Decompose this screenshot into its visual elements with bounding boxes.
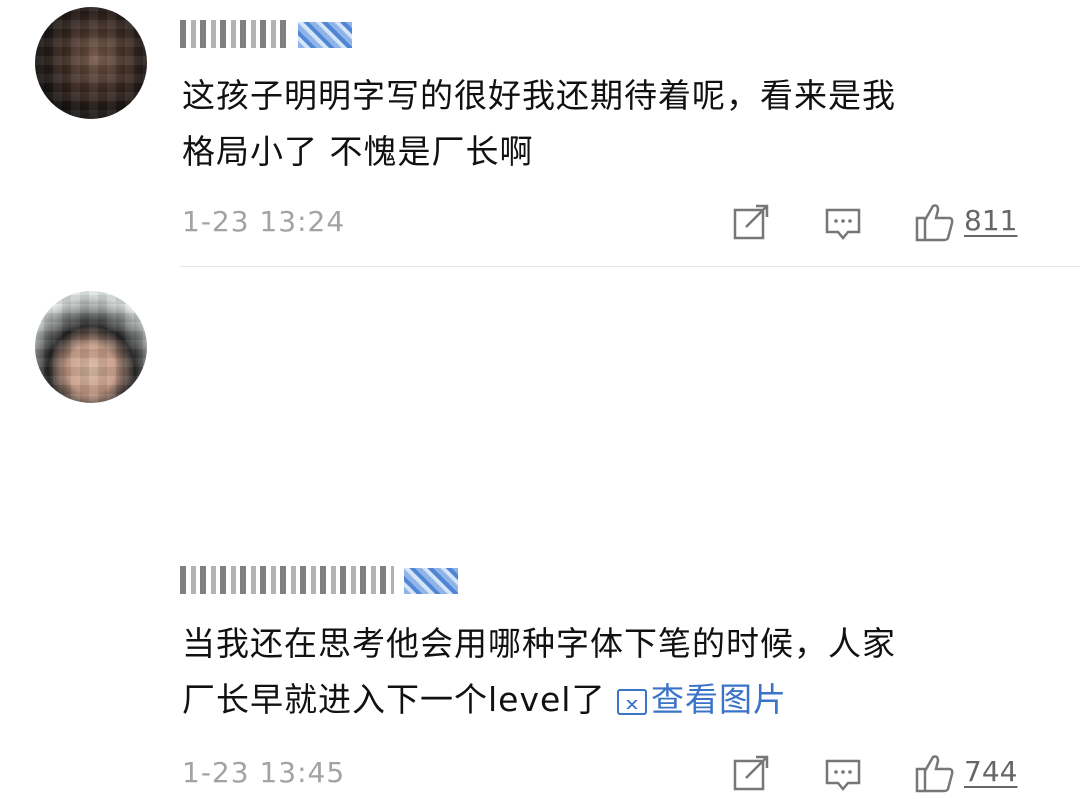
comment-icon[interactable]: [824, 200, 862, 244]
username-mosaic: [180, 20, 290, 48]
comment-text: 这孩子明明字写的很好我还期待着呢，看来是我 格局小了 不愧是厂长啊: [182, 68, 1042, 180]
comment-item: 当我还在思考他会用哪种字体下笔的时候，人家 厂长早就进入下一个level了 查看…: [0, 266, 1080, 793]
comment-item: 这孩子明明字写的很好我还期待着呢，看来是我 格局小了 不愧是厂长啊 1-23 1…: [0, 0, 1080, 266]
avatar-mosaic: [35, 7, 147, 119]
comment-actions: 811: [732, 200, 1042, 244]
avatar[interactable]: [35, 291, 147, 403]
username-mosaic: [180, 566, 394, 594]
comment-timestamp: 1-23 13:45: [182, 756, 346, 789]
view-image-link[interactable]: 查看图片: [616, 680, 787, 719]
share-icon[interactable]: [732, 751, 770, 795]
like-icon[interactable]: [914, 200, 956, 244]
avatar-mosaic: [35, 291, 147, 403]
image-icon: [616, 689, 647, 715]
comment-text-line: 当我还在思考他会用哪种字体下笔的时候，人家: [182, 624, 896, 663]
comment-text-line: 格局小了 不愧是厂长啊: [182, 132, 534, 171]
like-count[interactable]: 811: [964, 204, 1017, 237]
comment-text: 当我还在思考他会用哪种字体下笔的时候，人家 厂长早就进入下一个level了 查看…: [182, 616, 1042, 728]
comment-timestamp: 1-23 13:24: [182, 205, 346, 238]
user-badge: [298, 22, 352, 48]
user-badge: [404, 568, 458, 594]
like-icon[interactable]: [914, 751, 956, 795]
username-blurred[interactable]: [180, 16, 352, 52]
comment-text-segment: 厂长早就进入下一个level了: [182, 680, 606, 719]
view-image-label: 查看图片: [650, 680, 787, 719]
comment-text-line: 厂长早就进入下一个level了 查看图片: [182, 672, 1042, 728]
comment-actions: 744: [732, 751, 1042, 795]
like-count[interactable]: 744: [964, 755, 1017, 788]
comment-text-line: 这孩子明明字写的很好我还期待着呢，看来是我: [182, 76, 896, 115]
username-blurred[interactable]: [180, 562, 458, 598]
avatar[interactable]: [35, 7, 147, 119]
share-icon[interactable]: [732, 200, 770, 244]
comment-icon[interactable]: [824, 751, 862, 795]
